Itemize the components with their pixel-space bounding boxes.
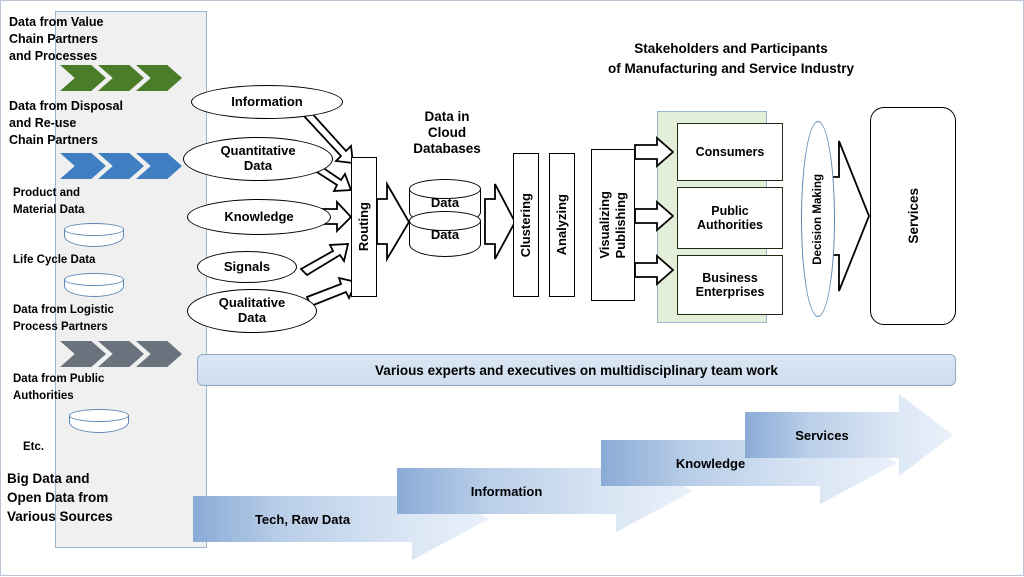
diagram-canvas: Data from Value Chain Partners and Proce… <box>0 0 1024 576</box>
process-box-publishing-label: Publishing <box>612 191 628 259</box>
decision-making-label: Decision Making <box>812 173 824 265</box>
arrow-qualitative-to-routing <box>305 276 358 308</box>
stakeholder-box-business-enterprises-line1: Business <box>702 270 758 285</box>
source-ellipse-quantitative-data[interactable]: Quantitative Data <box>183 137 333 181</box>
process-box-clustering[interactable]: Clustering <box>513 153 539 297</box>
sidebar-label-public-1: Data from Public <box>13 373 105 385</box>
sidebar-label-product-1: Product and <box>13 187 81 199</box>
cloud-database-cylinder-2[interactable]: Data <box>409 211 483 259</box>
sidebar-label-logistic-2: Process Partners <box>13 321 108 333</box>
experts-banner-label: Various experts and executives on multid… <box>375 362 778 378</box>
process-box-analyzing[interactable]: Analyzing <box>549 153 575 297</box>
cloud-databases-title-line1: Data in <box>424 109 470 124</box>
source-ellipse-information[interactable]: Information <box>191 85 343 119</box>
process-box-analyzing-label: Analyzing <box>553 194 569 256</box>
sidebar-label-product-2: Material Data <box>13 204 85 216</box>
cloud-database-cylinder-2-label: Data <box>430 227 460 242</box>
stakeholder-box-public-authorities-line1: Public <box>711 203 749 218</box>
stakeholders-title-line2: of Manufacturing and Service Industry <box>607 60 855 76</box>
stakeholder-box-business-enterprises[interactable]: Business Enterprises <box>677 255 783 315</box>
sidebar-label-lifecycle: Life Cycle Data <box>13 254 96 266</box>
source-ellipse-information-label: Information <box>231 93 303 109</box>
source-ellipse-quantitative-line2: Data <box>243 158 273 173</box>
source-ellipse-quantitative-line1: Quantitative <box>220 143 296 159</box>
stakeholder-box-business-enterprises-line2: Enterprises <box>695 285 765 299</box>
value-chain-arrow-services-label: Services <box>795 428 849 444</box>
sidebar-footer-2: Open Data from <box>7 490 109 505</box>
sidebar-label-logistic-1: Data from Logistic <box>13 304 114 316</box>
value-chain-arrow-information-label: Information <box>470 484 543 500</box>
process-box-routing[interactable]: Routing <box>351 157 377 297</box>
sidebar-footer-3: Various Sources <box>7 509 113 524</box>
value-chain-arrow-knowledge-label: Knowledge <box>675 456 746 472</box>
stakeholder-box-public-authorities-line2: Authorities <box>697 218 763 232</box>
stakeholder-box-consumers-label: Consumers <box>695 144 765 159</box>
chevron-arrows-green-icon <box>60 65 184 91</box>
decision-making-ellipse[interactable]: Decision Making <box>801 121 835 317</box>
process-box-visualizing-label: Visualizing <box>596 191 612 259</box>
source-ellipse-knowledge-label: Knowledge <box>224 208 294 224</box>
source-ellipse-knowledge[interactable]: Knowledge <box>187 199 331 235</box>
arrow-databases-to-clustering <box>484 183 517 260</box>
chevron-arrows-blue-icon <box>60 153 184 179</box>
arrow-signals-to-routing <box>299 243 350 277</box>
value-chain-arrow-tech-raw-data-label: Tech, Raw Data <box>254 512 351 528</box>
stakeholders-title: Stakeholders and Participants of Manufac… <box>561 39 901 78</box>
sidebar-label-disposal-1: Data from Disposal <box>9 99 123 113</box>
sidebar-label-value-chain-2: Chain Partners <box>9 32 98 46</box>
stakeholders-title-line1: Stakeholders and Participants <box>634 41 828 56</box>
process-box-visualizing-publishing[interactable]: Visualizing Publishing <box>591 149 635 301</box>
cloud-database-cylinder-1-label: Data <box>430 195 460 210</box>
services-box-label: Services <box>905 188 921 244</box>
experts-banner[interactable]: Various experts and executives on multid… <box>197 354 956 386</box>
cloud-databases-title: Data in Cloud Databases <box>395 109 499 158</box>
arrow-routing-to-databases <box>376 180 411 263</box>
process-box-routing-label: Routing <box>355 202 371 252</box>
sidebar-label-value-chain-1: Data from Value <box>9 15 104 29</box>
process-box-clustering-label: Clustering <box>517 192 533 258</box>
sidebar-footer-1: Big Data and <box>7 471 90 486</box>
sidebar-label-value-chain-3: and Processes <box>9 49 98 63</box>
sidebar-label-disposal-2: and Re-use <box>9 116 77 130</box>
database-cylinder-icon-lifecycle <box>64 273 126 303</box>
source-ellipse-signals[interactable]: Signals <box>197 251 297 283</box>
sidebar-label-etc: Etc. <box>23 441 45 453</box>
sidebar-label-public-2: Authorities <box>13 390 74 402</box>
stakeholder-box-public-authorities[interactable]: Public Authorities <box>677 187 783 249</box>
services-box[interactable]: Services <box>870 107 956 325</box>
source-ellipse-signals-label: Signals <box>223 258 271 274</box>
source-ellipse-qualitative-data[interactable]: Qualitative Data <box>187 289 317 333</box>
sidebar-label-disposal-3: Chain Partners <box>9 133 98 147</box>
source-ellipse-qualitative-line2: Data <box>237 310 267 325</box>
stakeholder-box-consumers[interactable]: Consumers <box>677 123 783 181</box>
database-cylinder-icon-public <box>69 409 131 439</box>
cloud-databases-title-line3: Databases <box>413 141 481 157</box>
source-ellipse-qualitative-line1: Qualitative <box>218 295 286 311</box>
chevron-arrows-gray-icon <box>60 341 184 367</box>
cloud-databases-title-line2: Cloud <box>427 125 467 141</box>
database-cylinder-icon-product <box>64 223 126 253</box>
